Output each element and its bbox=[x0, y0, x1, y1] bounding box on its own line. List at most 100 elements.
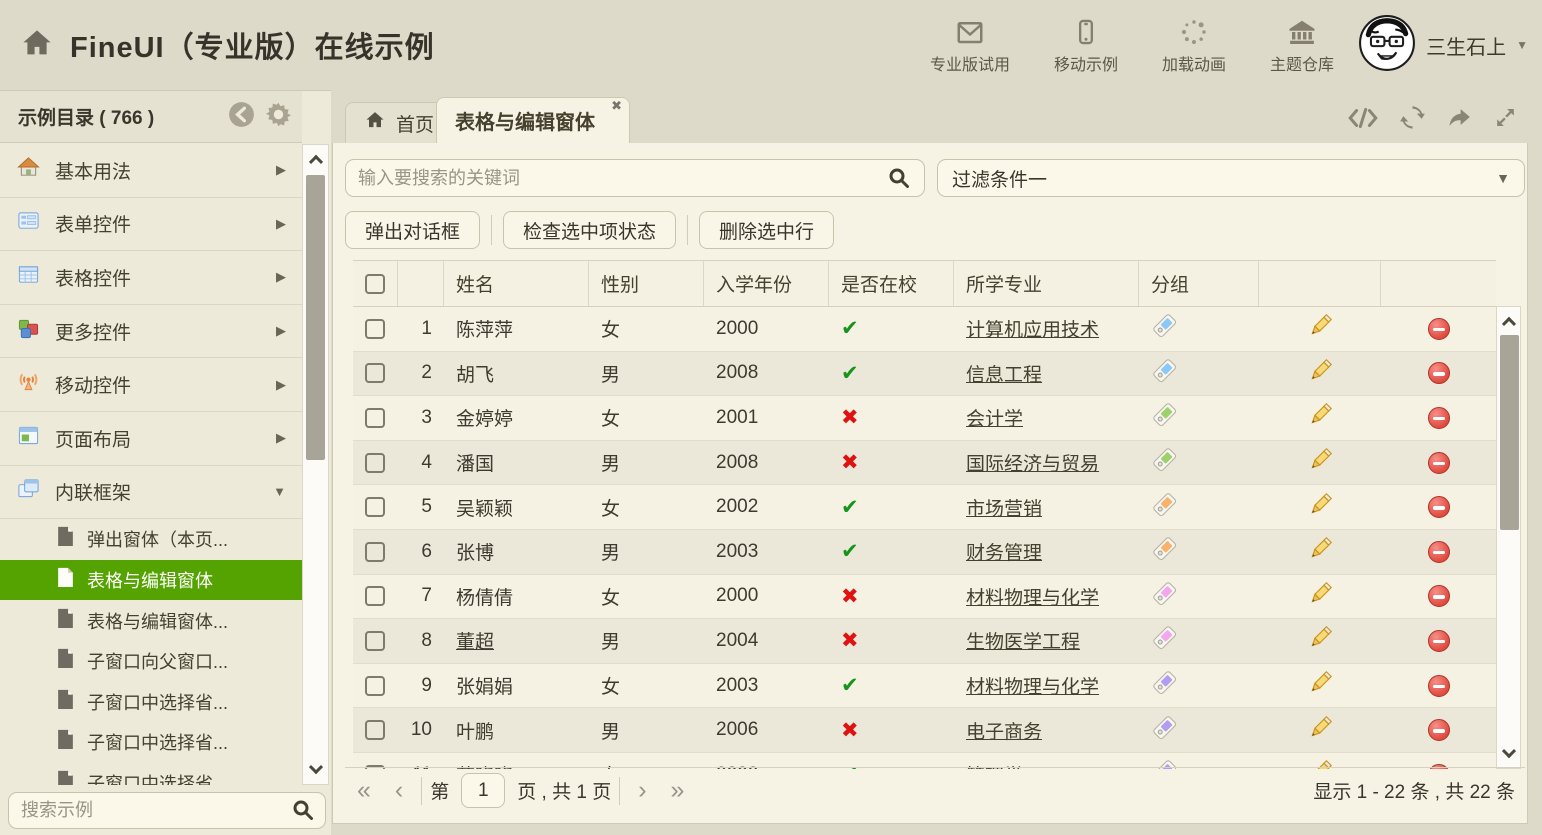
major-link[interactable]: 电子商务 bbox=[966, 717, 1042, 744]
table-row[interactable]: 3金婷婷女2001✖会计学 bbox=[353, 396, 1496, 441]
row-checkbox[interactable] bbox=[365, 319, 385, 339]
search-icon[interactable] bbox=[887, 166, 911, 190]
delete-icon[interactable] bbox=[1428, 407, 1450, 429]
theme-repo-action[interactable]: 主题仓库 bbox=[1270, 15, 1334, 75]
major-link[interactable]: 会计学 bbox=[966, 404, 1023, 431]
sub-item-label[interactable]: 弹出窗体（本页... bbox=[87, 526, 228, 552]
scroll-down-icon[interactable] bbox=[303, 756, 328, 784]
sub-item-label[interactable]: 子窗口中选择省... bbox=[87, 689, 228, 715]
toolbar-button[interactable]: 弹出对话框 bbox=[345, 211, 480, 249]
sub-item-label[interactable]: 表格与编辑窗体... bbox=[87, 608, 228, 634]
major-link[interactable]: 生物医学工程 bbox=[966, 627, 1080, 654]
major-link[interactable]: 材料物理与化学 bbox=[966, 583, 1099, 610]
scroll-down-icon[interactable] bbox=[1497, 740, 1520, 768]
major-link[interactable]: 市场营销 bbox=[966, 494, 1042, 521]
scrollbar-thumb[interactable] bbox=[1500, 335, 1519, 530]
table-row[interactable]: 2胡飞男2008✔信息工程 bbox=[353, 352, 1496, 397]
sub-item-label[interactable]: 子窗口向父窗口... bbox=[87, 648, 228, 674]
page-number-input[interactable] bbox=[461, 773, 505, 808]
nav-item-label[interactable]: 基本用法 bbox=[55, 157, 131, 184]
toolbar-button[interactable]: 检查选中项状态 bbox=[503, 211, 676, 249]
sidebar-nav-item[interactable]: 更多控件▶ bbox=[0, 305, 302, 359]
code-icon[interactable] bbox=[1347, 105, 1379, 131]
nav-item-label[interactable]: 内联框架 bbox=[55, 478, 131, 505]
trial-action[interactable]: 专业版试用 bbox=[930, 15, 1010, 75]
sidebar-nav-item[interactable]: 表单控件▶ bbox=[0, 198, 302, 252]
edit-pencil-icon[interactable] bbox=[1307, 714, 1334, 747]
nav-item-label[interactable]: 移动控件 bbox=[55, 371, 131, 398]
table-row[interactable]: 8董超男2004✖生物医学工程 bbox=[353, 619, 1496, 664]
table-row[interactable]: 6张博男2003✔财务管理 bbox=[353, 530, 1496, 575]
sidebar-nav-item[interactable]: 内联框架▼ bbox=[0, 466, 302, 520]
tab-label[interactable]: 首页 bbox=[396, 110, 434, 137]
last-page-button[interactable]: » bbox=[659, 778, 697, 803]
mobile-demo-action[interactable]: 移动示例 bbox=[1054, 15, 1118, 75]
scrollbar-thumb[interactable] bbox=[306, 175, 325, 460]
collapse-sidebar-icon[interactable] bbox=[228, 101, 255, 133]
header-action-label[interactable]: 加载动画 bbox=[1162, 51, 1226, 75]
major-link[interactable]: 信息工程 bbox=[966, 360, 1042, 387]
scroll-up-icon[interactable] bbox=[1497, 307, 1520, 335]
sidebar-nav-item[interactable]: 表格控件▶ bbox=[0, 251, 302, 305]
delete-icon[interactable] bbox=[1428, 496, 1450, 518]
share-icon[interactable] bbox=[1446, 104, 1473, 131]
refresh-icon[interactable] bbox=[1399, 104, 1426, 131]
sidebar-sub-item[interactable]: 弹出窗体（本页... bbox=[0, 519, 302, 560]
edit-pencil-icon[interactable] bbox=[1307, 312, 1334, 345]
table-row[interactable]: 7杨倩倩女2000✖材料物理与化学 bbox=[353, 575, 1496, 620]
user-menu-caret-icon[interactable]: ▼ bbox=[1516, 38, 1528, 52]
row-checkbox[interactable] bbox=[365, 453, 385, 473]
user-avatar[interactable] bbox=[1358, 14, 1416, 77]
edit-pencil-icon[interactable] bbox=[1307, 580, 1334, 613]
edit-pencil-icon[interactable] bbox=[1307, 624, 1334, 657]
major-link[interactable]: 财务管理 bbox=[966, 538, 1042, 565]
filter-dropdown[interactable]: 过滤条件一 ▼ bbox=[937, 159, 1525, 197]
major-link[interactable]: 材料物理与化学 bbox=[966, 672, 1099, 699]
sidebar-search-input[interactable] bbox=[8, 792, 326, 829]
header-action-label[interactable]: 主题仓库 bbox=[1270, 51, 1334, 75]
first-page-button[interactable]: « bbox=[345, 778, 383, 803]
row-checkbox[interactable] bbox=[365, 720, 385, 740]
row-checkbox[interactable] bbox=[365, 676, 385, 696]
sidebar-sub-item[interactable]: 子窗口中选择省... bbox=[0, 722, 302, 763]
row-checkbox[interactable] bbox=[365, 631, 385, 651]
table-row[interactable]: 4潘国男2008✖国际经济与贸易 bbox=[353, 441, 1496, 486]
nav-item-label[interactable]: 表格控件 bbox=[55, 264, 131, 291]
delete-icon[interactable] bbox=[1428, 675, 1450, 697]
nav-item-label[interactable]: 页面布局 bbox=[55, 425, 131, 452]
prev-page-button[interactable]: ‹ bbox=[383, 778, 415, 803]
scroll-up-icon[interactable] bbox=[303, 145, 328, 173]
row-checkbox[interactable] bbox=[365, 497, 385, 517]
toolbar-button[interactable]: 删除选中行 bbox=[699, 211, 834, 249]
sidebar-sub-item[interactable]: 子窗口向父窗口... bbox=[0, 641, 302, 682]
sub-item-label[interactable]: 子窗口中选择省... bbox=[87, 729, 228, 755]
tab-label[interactable]: 表格与编辑窗体 bbox=[455, 106, 595, 135]
nav-item-label[interactable]: 更多控件 bbox=[55, 318, 131, 345]
table-row[interactable]: 9张娟娟女2003✔材料物理与化学 bbox=[353, 664, 1496, 709]
search-icon[interactable] bbox=[291, 798, 315, 822]
edit-pencil-icon[interactable] bbox=[1307, 446, 1334, 479]
expand-icon[interactable] bbox=[1493, 105, 1518, 130]
tab-grid-edit-window[interactable]: 表格与编辑窗体 ✖ bbox=[436, 97, 630, 143]
sidebar-scrollbar[interactable] bbox=[302, 144, 329, 785]
sidebar-sub-item[interactable]: 表格与编辑窗体... bbox=[0, 600, 302, 641]
sidebar-sub-item[interactable]: 表格与编辑窗体 bbox=[0, 560, 302, 601]
major-link[interactable]: 国际经济与贸易 bbox=[966, 449, 1099, 476]
sub-item-label[interactable]: 表格与编辑窗体 bbox=[87, 567, 213, 593]
edit-pencil-icon[interactable] bbox=[1307, 535, 1334, 568]
delete-icon[interactable] bbox=[1428, 541, 1450, 563]
header-action-label[interactable]: 专业版试用 bbox=[930, 51, 1010, 75]
grid-scrollbar[interactable] bbox=[1496, 306, 1521, 769]
nav-item-label[interactable]: 表单控件 bbox=[55, 210, 131, 237]
row-checkbox[interactable] bbox=[365, 586, 385, 606]
loading-animation-action[interactable]: 加载动画 bbox=[1162, 15, 1226, 75]
delete-icon[interactable] bbox=[1428, 585, 1450, 607]
row-checkbox[interactable] bbox=[365, 363, 385, 383]
delete-icon[interactable] bbox=[1428, 362, 1450, 384]
header-action-label[interactable]: 移动示例 bbox=[1054, 51, 1118, 75]
edit-pencil-icon[interactable] bbox=[1307, 401, 1334, 434]
close-icon[interactable]: ✖ bbox=[611, 98, 622, 114]
sidebar-nav-item[interactable]: 基本用法▶ bbox=[0, 144, 302, 198]
select-all-checkbox[interactable] bbox=[365, 274, 385, 294]
edit-pencil-icon[interactable] bbox=[1307, 357, 1334, 390]
